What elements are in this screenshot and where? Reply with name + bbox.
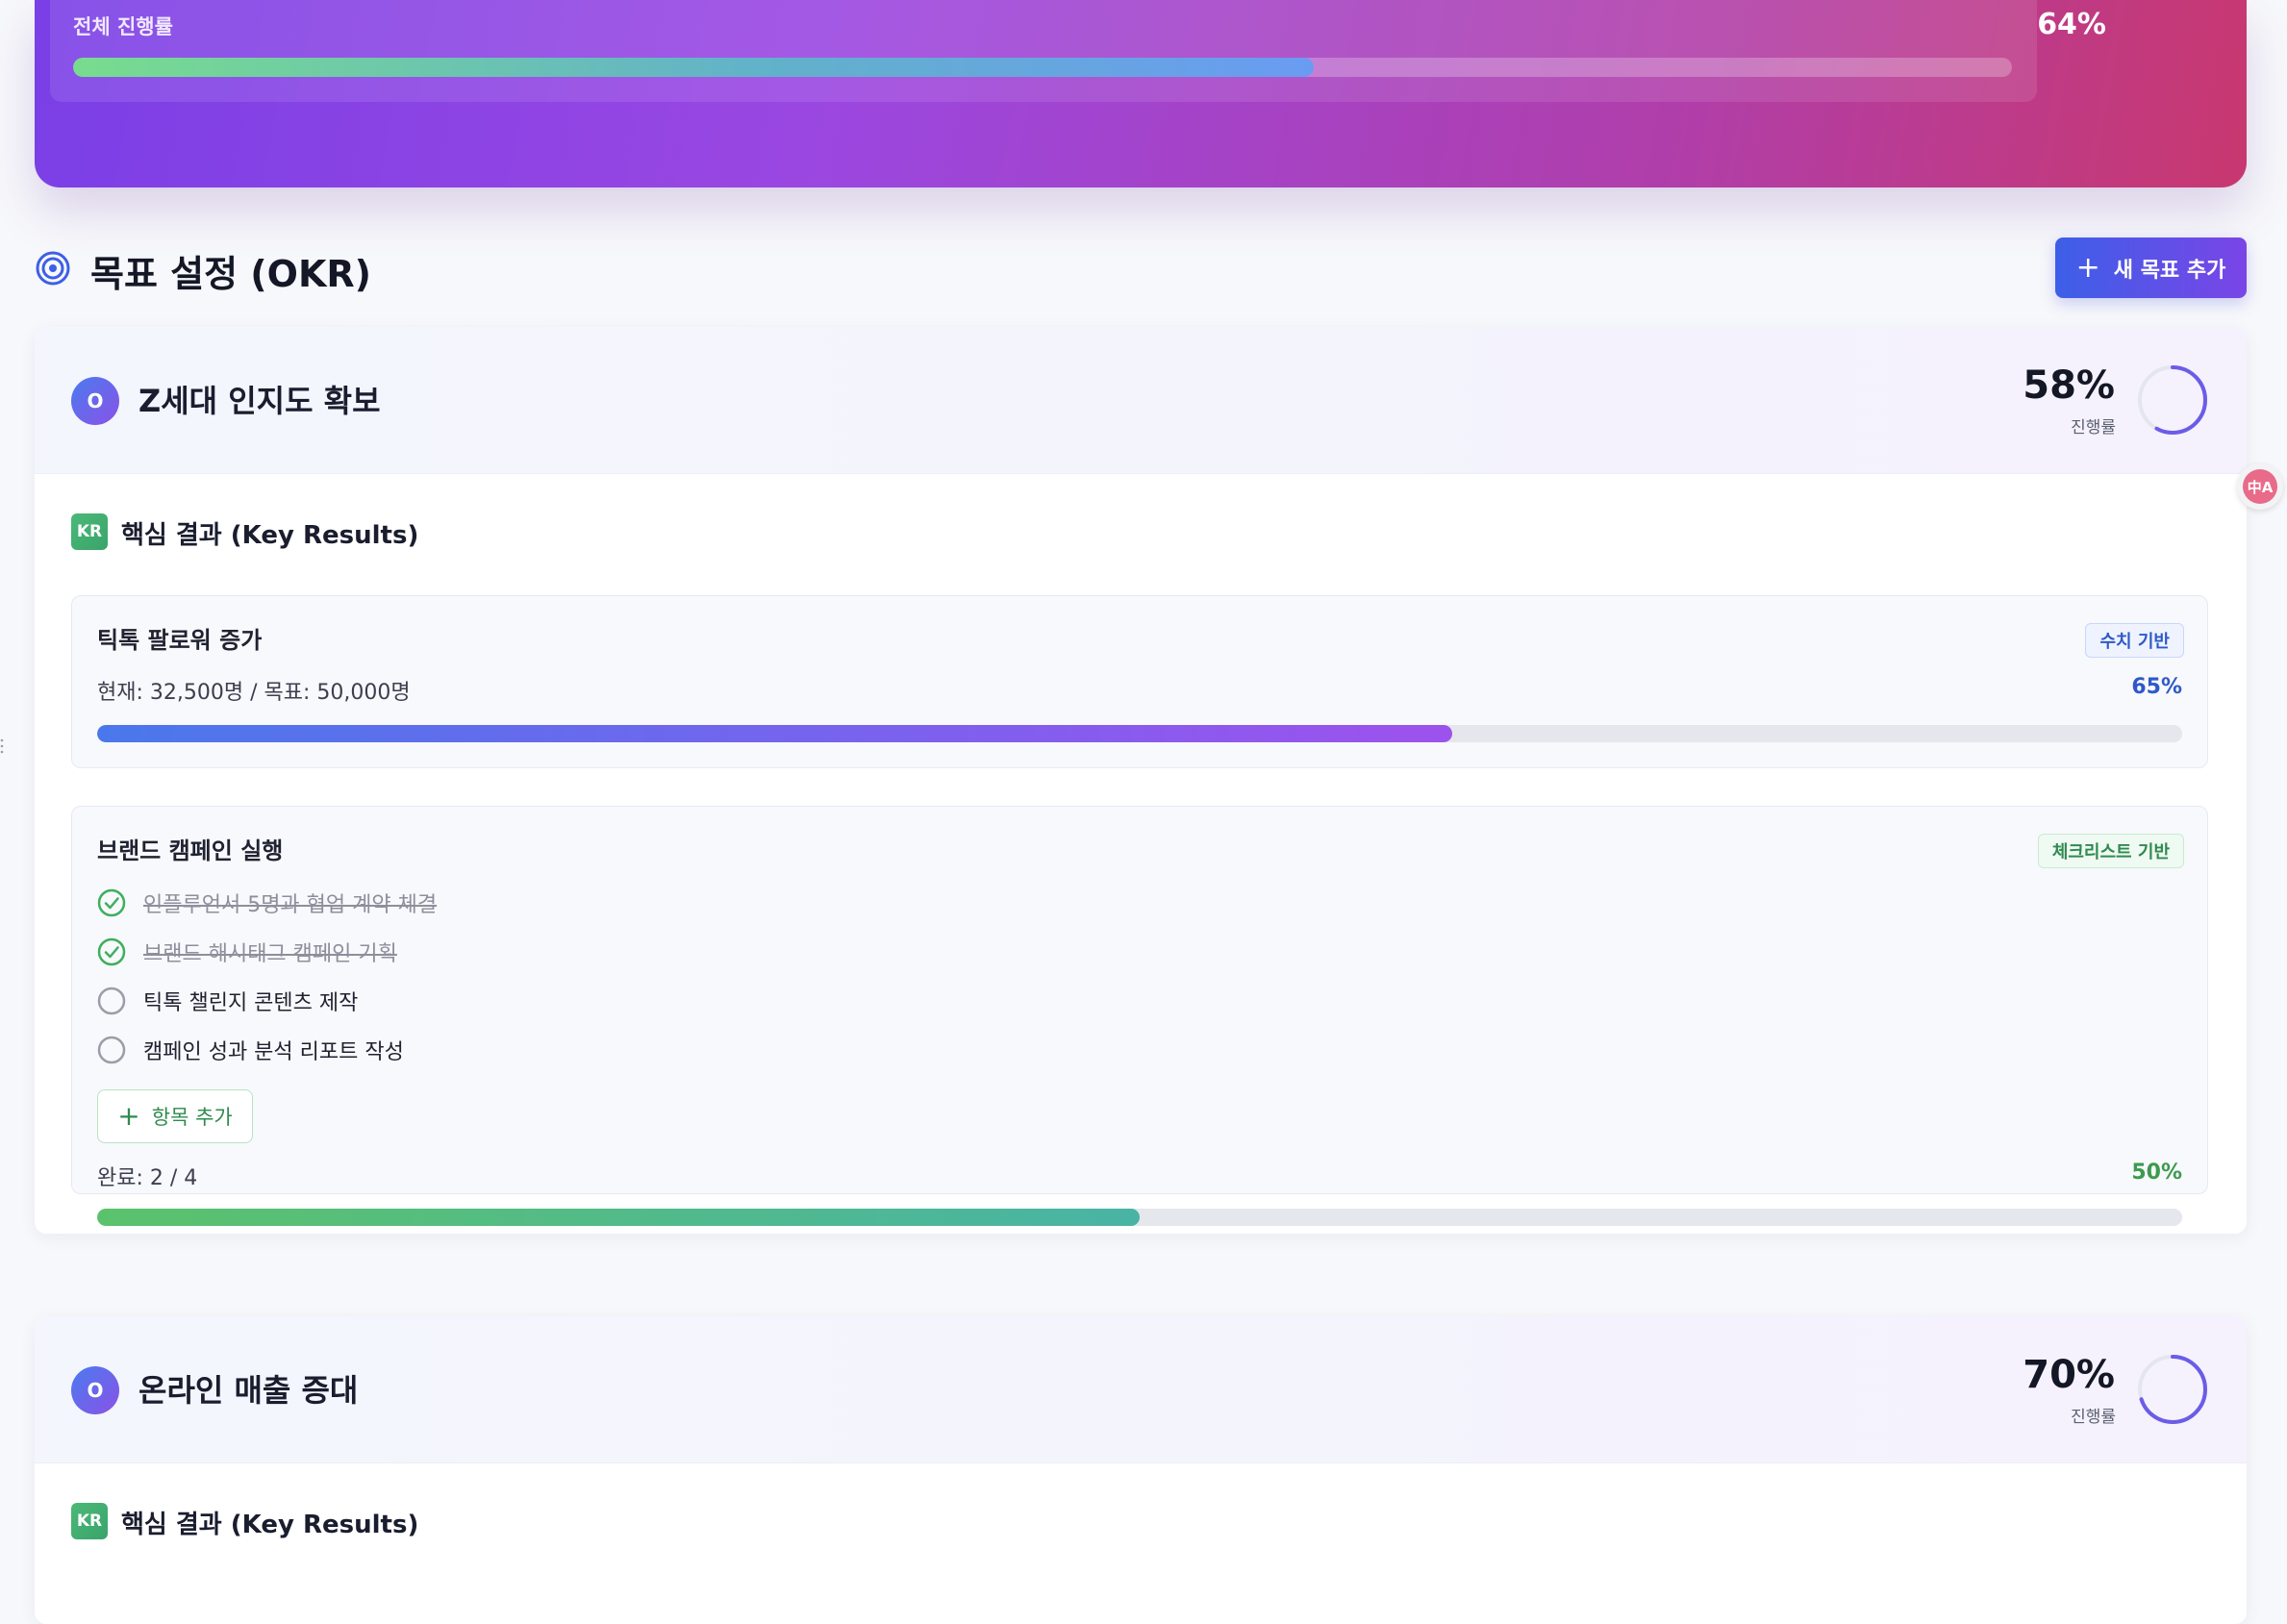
objective-badge: O: [71, 377, 119, 425]
key-result-progress-fill: [97, 725, 1453, 742]
key-result-current-target: 현재: 32,500명 / 목표: 50,000명: [97, 681, 411, 705]
key-result-name: 틱톡 팔로워 증가: [97, 627, 263, 654]
plus-icon: +: [117, 1100, 140, 1132]
objective-card: O Z세대 인지도 확보 58% 진행률 KR 핵심 결과 (Key Resul…: [35, 327, 2247, 1234]
page-title: 목표 설정 (OKR): [90, 253, 372, 295]
objective-percent: 70%: [2023, 1353, 2115, 1397]
empty-circle-icon[interactable]: [97, 1036, 126, 1064]
add-checklist-item-button[interactable]: + 항목 추가: [97, 1089, 253, 1143]
overall-progress-panel: [50, 0, 2037, 102]
checklist-item[interactable]: 틱톡 챌린지 콘텐츠 제작: [97, 984, 358, 1018]
add-goal-label: 새 목표 추가: [2113, 258, 2226, 283]
checklist-item[interactable]: 인플루언서 5명과 협업 계약 체결: [97, 886, 437, 920]
key-result-percent: 65%: [2131, 675, 2182, 699]
key-result-checklist: 브랜드 캠페인 실행 체크리스트 기반 인플루언서 5명과 협업 계약 체결 브…: [71, 806, 2208, 1226]
objective-title: Z세대 인지도 확보: [138, 383, 381, 419]
checklist-item[interactable]: 캠페인 성과 분석 리포트 작성: [97, 1033, 404, 1067]
objective-badge: O: [71, 1366, 119, 1414]
checklist-item-text: 틱톡 챌린지 콘텐츠 제작: [143, 991, 359, 1015]
key-result-name: 브랜드 캠페인 실행: [97, 837, 284, 864]
objective-percent: 58%: [2023, 363, 2115, 408]
checked-circle-icon[interactable]: [97, 937, 126, 966]
overall-progress-bar: [73, 58, 2012, 77]
target-icon: [36, 251, 70, 286]
objective-card: O 온라인 매출 증대 70% 진행률 KR 핵심 결과 (Key Result…: [35, 1316, 2247, 1624]
objective-progress-label: 진행률: [2071, 1408, 2116, 1427]
key-result-percent: 50%: [2131, 1161, 2182, 1185]
objective-header[interactable]: O 온라인 매출 증대 70% 진행률: [35, 1316, 2247, 1463]
translate-icon: 中A: [2243, 469, 2277, 504]
objective-progress-label: 진행률: [2071, 418, 2116, 437]
kr-badge: KR: [71, 1503, 108, 1539]
objective-header[interactable]: O Z세대 인지도 확보 58% 진행률: [35, 327, 2247, 474]
checked-circle-icon[interactable]: [97, 888, 126, 917]
key-result-progress-fill: [97, 1209, 1140, 1226]
plus-icon: +: [2075, 250, 2100, 285]
overall-progress-percent: 64%: [2037, 8, 2106, 41]
checklist-item[interactable]: 브랜드 해시태그 캠페인 기획: [97, 935, 397, 969]
empty-circle-icon[interactable]: [97, 987, 126, 1015]
key-result-numeric: 틱톡 팔로워 증가 수치 기반 현재: 32,500명 / 목표: 50,000…: [71, 595, 2208, 768]
add-item-label: 항목 추가: [151, 1106, 233, 1129]
overall-progress-fill: [73, 58, 1315, 77]
key-results-heading: 핵심 결과 (Key Results): [121, 521, 419, 550]
checklist-completed-count: 완료: 2 / 4: [97, 1166, 198, 1190]
kr-badge: KR: [71, 513, 108, 550]
translate-button[interactable]: 中A: [2237, 463, 2283, 510]
key-result-progress-bar: [97, 725, 2182, 742]
key-result-type-badge: 체크리스트 기반: [2037, 834, 2184, 868]
objective-title: 온라인 매출 증대: [138, 1372, 359, 1409]
key-result-progress-bar: [97, 1209, 2182, 1226]
checklist-item-text: 캠페인 성과 분석 리포트 작성: [143, 1040, 404, 1064]
overall-progress-label: 전체 진행률: [73, 15, 173, 38]
drag-handle-icon[interactable]: [0, 737, 4, 756]
add-goal-button[interactable]: + 새 목표 추가: [2055, 237, 2247, 298]
progress-ring: [2138, 1355, 2207, 1424]
checklist-item-text: 인플루언서 5명과 협업 계약 체결: [143, 893, 438, 917]
progress-ring: [2138, 365, 2207, 435]
key-result-type-badge: 수치 기반: [2085, 623, 2184, 658]
key-results-heading: 핵심 결과 (Key Results): [121, 1511, 419, 1539]
checklist-item-text: 브랜드 해시태그 캠페인 기획: [143, 942, 397, 966]
